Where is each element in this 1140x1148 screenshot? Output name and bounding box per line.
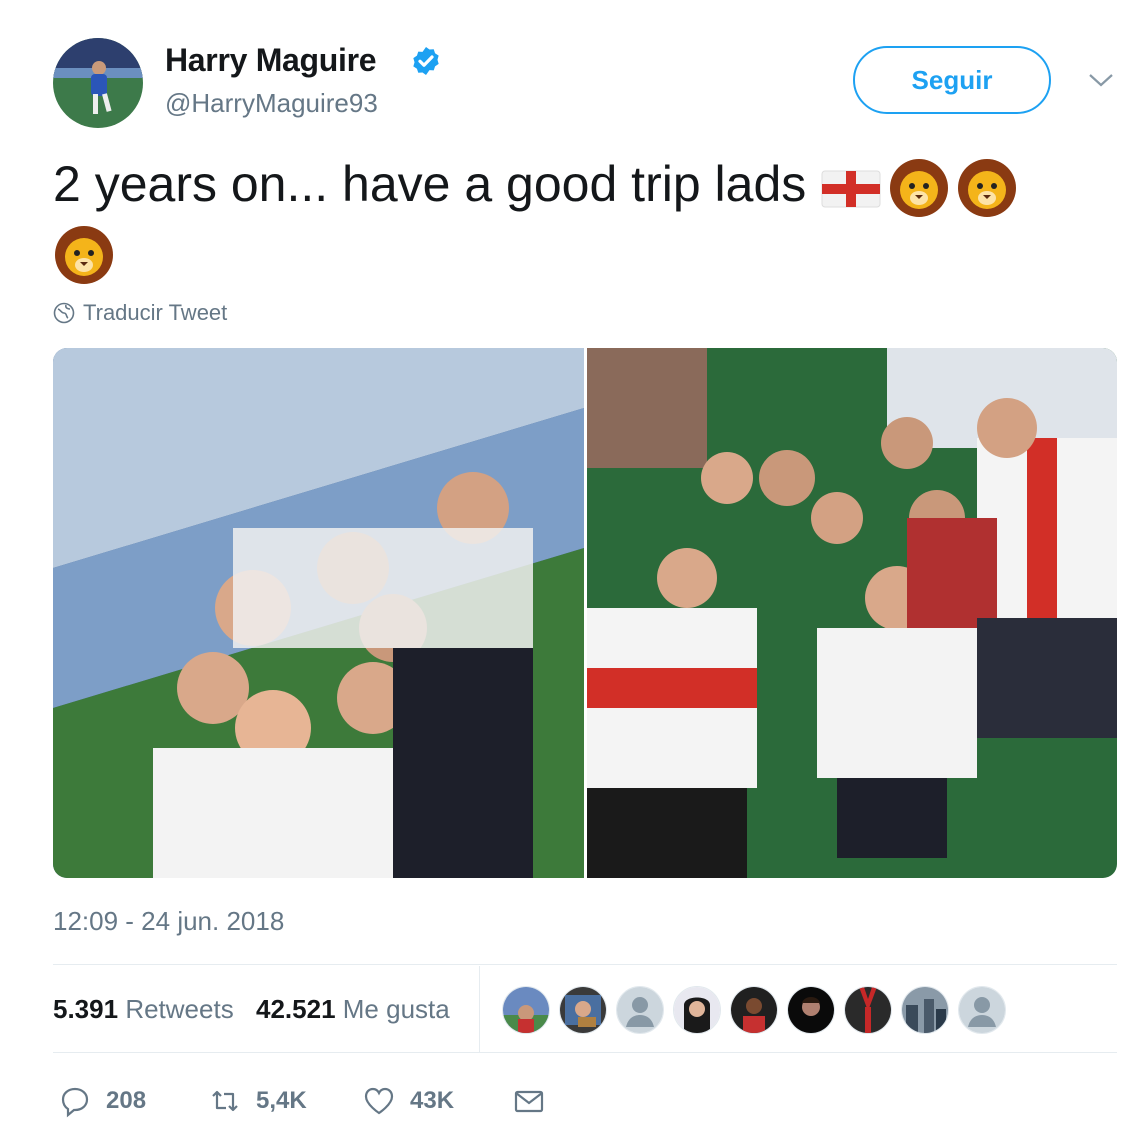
verified-badge-icon xyxy=(410,45,442,77)
lion-face-emoji xyxy=(888,157,950,219)
reply-icon xyxy=(61,1087,89,1118)
divider xyxy=(479,966,480,1052)
lion-face-emoji xyxy=(53,224,115,286)
liker-avatar[interactable] xyxy=(502,986,550,1034)
likes-stat[interactable]: 42.521 Me gusta xyxy=(256,994,450,1025)
tweet-text: 2 years on... have a good trip lads xyxy=(53,152,1093,286)
heart-icon xyxy=(364,1087,394,1115)
tweet-timestamp[interactable]: 12:09 - 24 jun. 2018 xyxy=(53,906,284,937)
retweets-stat[interactable]: 5.391 Retweets xyxy=(53,994,234,1025)
divider xyxy=(53,1052,1117,1053)
liker-avatar[interactable] xyxy=(787,986,835,1034)
like-count: 43K xyxy=(410,1087,455,1114)
direct-message-button[interactable] xyxy=(512,1084,546,1118)
user-display-name[interactable]: Harry Maguire xyxy=(165,42,377,79)
likes-count: 42.521 xyxy=(256,994,336,1024)
liker-avatar[interactable] xyxy=(730,986,778,1034)
like-button[interactable]: 43K xyxy=(362,1084,454,1118)
user-handle[interactable]: @HarryMaguire93 xyxy=(165,88,378,119)
envelope-icon xyxy=(514,1090,544,1113)
stands-group-photo[interactable] xyxy=(587,348,1117,878)
divider xyxy=(53,964,1117,965)
chevron-down-icon[interactable] xyxy=(1086,70,1116,90)
retweet-button[interactable]: 5,4K xyxy=(208,1084,307,1118)
reply-button[interactable]: 208 xyxy=(58,1084,146,1118)
lion-face-emoji xyxy=(956,157,1018,219)
likes-label: Me gusta xyxy=(342,994,450,1024)
default-avatar[interactable] xyxy=(616,986,664,1034)
reply-count: 208 xyxy=(106,1087,147,1114)
default-avatar[interactable] xyxy=(958,986,1006,1034)
liker-avatar[interactable] xyxy=(673,986,721,1034)
stadium-group-selfie-photo[interactable] xyxy=(53,348,584,878)
translate-label: Traducir Tweet xyxy=(83,300,228,325)
liker-avatar[interactable] xyxy=(559,986,607,1034)
retweet-count: 5,4K xyxy=(256,1087,307,1114)
england-flag-emoji xyxy=(820,157,882,219)
liker-avatar[interactable] xyxy=(844,986,892,1034)
retweets-count: 5.391 xyxy=(53,994,119,1024)
globe-icon xyxy=(53,302,75,324)
liker-avatar[interactable] xyxy=(901,986,949,1034)
avatar[interactable] xyxy=(53,38,143,128)
retweets-label: Retweets xyxy=(125,994,234,1024)
retweet-icon xyxy=(212,1090,238,1112)
follow-button[interactable]: Seguir xyxy=(853,46,1051,114)
tweet-body: 2 years on... have a good trip lads xyxy=(53,156,807,212)
translate-tweet-link[interactable]: Traducir Tweet xyxy=(53,300,227,326)
likers-avatars xyxy=(502,986,1006,1034)
